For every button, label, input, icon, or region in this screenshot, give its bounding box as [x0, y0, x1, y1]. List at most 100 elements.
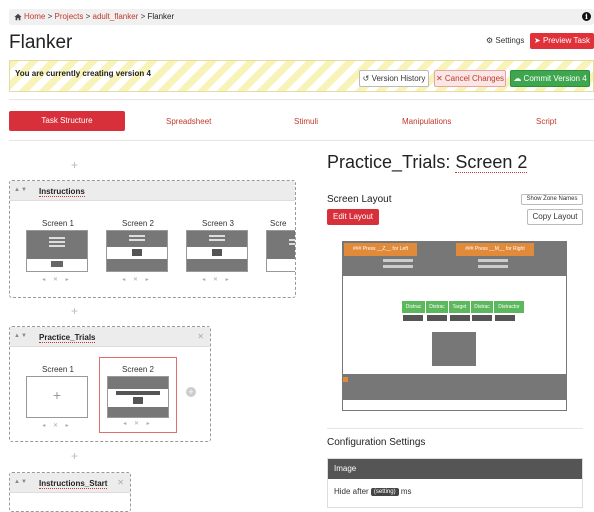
zone-left-instruction: ### Press __Z__ for Left — [344, 243, 417, 256]
group-instructions[interactable]: ▲▼ Instructions Screen 1 ◂ ✕ ▸ Screen 2 … — [9, 180, 296, 298]
screen-preview — [106, 230, 168, 272]
add-group-icon[interactable]: + — [71, 159, 78, 171]
screen-label: Screen 1 — [41, 219, 75, 228]
screen-label: Screen 2 — [121, 219, 155, 228]
group-header: ▲▼ Practice_Trials ✕ — [10, 327, 210, 347]
reorder-arrows-icon[interactable]: ▲▼ — [14, 333, 28, 339]
config-hide-after-row: Hide after (setting) ms — [334, 487, 412, 496]
screen-thumbnail[interactable]: Screen 3 ◂ ✕ ▸ — [186, 219, 250, 283]
settings-button[interactable]: ⚙ Settings — [486, 36, 524, 45]
screen-title-group: Practice_Trials: — [327, 152, 451, 172]
zone-distractor: Distrac — [426, 301, 448, 313]
group-header: ▲▼ Instructions — [10, 181, 295, 201]
divider — [9, 140, 594, 141]
commit-version-label: Commit Version 4 — [523, 74, 587, 83]
stimulus-image-zone — [432, 332, 476, 366]
history-icon: ↺ — [362, 74, 370, 83]
preview-task-button[interactable]: ➤ Preview Task — [530, 33, 594, 49]
reorder-arrows-icon[interactable]: ▲▼ — [14, 187, 28, 193]
tab-task-structure[interactable]: Task Structure — [9, 111, 125, 131]
cancel-changes-button[interactable]: ✕ Cancel Changes — [434, 70, 506, 87]
zone-distractor: Distrac — [471, 301, 493, 313]
copy-layout-button[interactable]: Copy Layout — [527, 209, 583, 225]
tab-script[interactable]: Script — [536, 117, 556, 126]
layout-preview: ### Press __Z__ for Left ### Press __M__… — [342, 241, 567, 411]
screen-preview — [186, 230, 248, 272]
version-message: You are currently creating version 4 — [15, 69, 151, 78]
tab-spreadsheet[interactable]: Spreadsheet — [166, 117, 211, 126]
breadcrumb-home-link[interactable]: Home — [24, 12, 45, 21]
add-screen-icon[interactable]: + — [186, 387, 196, 397]
divider — [327, 428, 583, 429]
breadcrumb-current: Flanker — [147, 12, 175, 21]
group-name[interactable]: Practice_Trials — [39, 333, 96, 343]
divider — [9, 99, 594, 100]
screen-layout-heading: Screen Layout — [327, 194, 392, 205]
commit-version-button[interactable]: ☁ Commit Version 4 — [510, 70, 590, 87]
screen-preview — [266, 230, 295, 272]
screen-thumbnail-selected[interactable]: Screen 2 ◂ ✕ ▸ — [99, 357, 177, 433]
breadcrumb-separator: > — [140, 12, 146, 21]
group-name[interactable]: Instructions — [39, 187, 85, 197]
tab-stimuli[interactable]: Stimuli — [294, 117, 318, 126]
screen-thumbnail[interactable]: Screen 2 ◂ ✕ ▸ — [106, 219, 170, 283]
group-practice-trials[interactable]: ▲▼ Practice_Trials ✕ Screen 1 + ◂ ✕ ▸ Sc… — [9, 326, 211, 442]
screen-label: Screen 2 — [121, 365, 155, 374]
add-group-icon[interactable]: + — [71, 305, 78, 317]
breadcrumb: Home > Projects > adult_flanker > Flanke… — [9, 9, 594, 25]
screen-thumbnail[interactable]: Scre — [266, 219, 295, 272]
gear-icon: ⚙ — [486, 36, 494, 45]
tab-manipulations[interactable]: Manipulations — [402, 117, 451, 126]
screen-title: Practice_Trials: Screen 2 — [327, 152, 528, 173]
page-title: Flanker — [9, 32, 73, 53]
group-header: ▲▼ Instructions_Start ✕ — [10, 473, 130, 493]
screen-label: Scre — [270, 219, 287, 228]
edit-layout-button[interactable]: Edit Layout — [327, 209, 379, 225]
screen-preview — [26, 230, 88, 272]
cancel-changes-label: Cancel Changes — [444, 74, 505, 83]
zone-target: Target — [449, 301, 470, 313]
screen-thumbnail[interactable]: Screen 1 ◂ ✕ ▸ — [26, 219, 90, 283]
show-zone-names-button[interactable]: Show Zone Names — [521, 194, 583, 205]
screen-title-name[interactable]: Screen 2 — [455, 152, 528, 173]
send-icon: ➤ — [534, 36, 541, 45]
configuration-heading: Configuration Settings — [327, 437, 426, 448]
config-section-header[interactable]: Image — [328, 459, 582, 479]
screen-label: Screen 1 — [41, 365, 75, 374]
configuration-panel: Image Hide after (setting) ms — [327, 458, 583, 508]
screen-controls[interactable]: ◂ ✕ ▸ — [26, 276, 88, 283]
reorder-arrows-icon[interactable]: ▲▼ — [14, 479, 28, 485]
group-instructions-start[interactable]: ▲▼ Instructions_Start ✕ — [9, 472, 131, 512]
close-icon[interactable]: ✕ — [197, 332, 204, 341]
breadcrumb-separator: > — [85, 12, 91, 21]
add-group-icon[interactable]: + — [71, 450, 78, 462]
breadcrumb-project-link[interactable]: adult_flanker — [93, 12, 139, 21]
version-history-button[interactable]: ↺ Version History — [359, 70, 429, 87]
zone-right-instruction: ### Press __M__ for Right — [456, 243, 534, 256]
setting-chip[interactable]: (setting) — [370, 487, 399, 496]
settings-label: Settings — [495, 36, 525, 45]
version-banner: You are currently creating version 4 ↺ V… — [9, 60, 594, 92]
home-icon[interactable] — [14, 13, 22, 21]
screen-thumbnail[interactable]: Screen 1 + ◂ ✕ ▸ — [26, 365, 90, 429]
hide-after-label: Hide after — [334, 487, 369, 496]
screen-controls[interactable]: ◂ ✕ ▸ — [26, 422, 88, 429]
screen-preview — [107, 376, 169, 418]
close-icon[interactable]: ✕ — [117, 478, 124, 487]
breadcrumb-separator: > — [47, 12, 53, 21]
screen-preview: + — [26, 376, 88, 418]
info-icon[interactable]: i — [582, 12, 591, 21]
cloud-upload-icon: ☁ — [513, 74, 522, 83]
screen-controls[interactable]: ◂ ✕ ▸ — [106, 276, 168, 283]
breadcrumb-projects-link[interactable]: Projects — [54, 12, 83, 21]
screen-label: Screen 3 — [201, 219, 235, 228]
screen-controls[interactable]: ◂ ✕ ▸ — [107, 420, 169, 427]
footer-zone — [343, 374, 566, 400]
zone-distractor: Distrac — [402, 301, 425, 313]
zone-distractor: Distractor — [494, 301, 524, 313]
close-icon: ✕ — [435, 74, 443, 83]
preview-task-label: Preview Task — [542, 36, 590, 45]
group-name[interactable]: Instructions_Start — [39, 479, 108, 489]
screen-controls[interactable]: ◂ ✕ ▸ — [186, 276, 248, 283]
plus-icon: + — [52, 387, 62, 403]
